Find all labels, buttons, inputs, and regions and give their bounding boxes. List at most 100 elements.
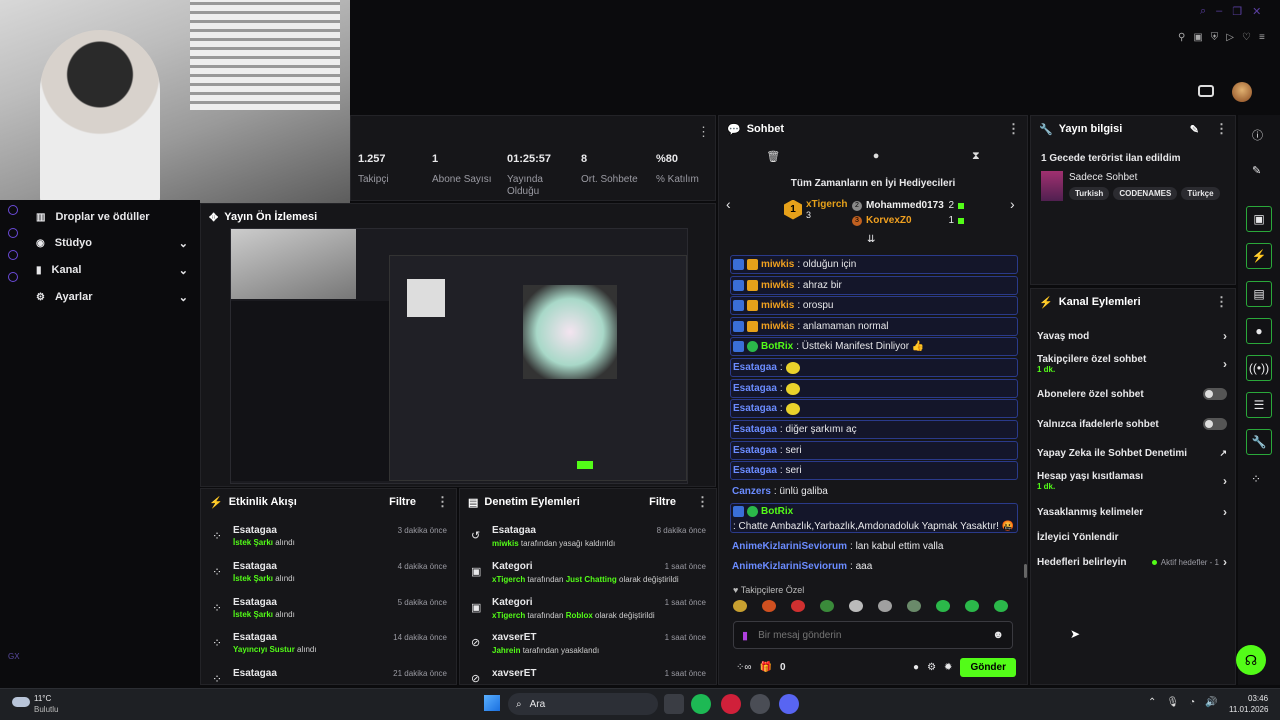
activity-user[interactable]: Esatagaa [233, 561, 277, 572]
rail-moderation-icon[interactable]: ☰ [1246, 392, 1272, 418]
channel-action-4[interactable]: Yapay Zeka ile Sohbet Denetimi ↗ [1037, 446, 1227, 460]
search-icon[interactable]: ⌕ [1200, 5, 1206, 21]
emoji-picker-icon[interactable]: ☻ [992, 629, 1004, 641]
chat-username[interactable]: miwkis [761, 259, 794, 270]
chat-username[interactable]: miwkis [761, 321, 794, 332]
chat-username[interactable]: Esatagaa [733, 403, 777, 414]
emote-2[interactable] [762, 600, 776, 612]
chat-username[interactable]: Esatagaa [733, 424, 777, 435]
emote-1[interactable] [733, 600, 747, 612]
emote-10[interactable] [994, 600, 1008, 612]
moderation-item-title[interactable]: Kategori [492, 597, 533, 608]
chat-username[interactable]: Esatagaa [733, 445, 777, 456]
sidebar-item-1[interactable]: ◉ Stüdyo ⌄ [36, 234, 188, 252]
community-icon[interactable]: ⁘∞ [736, 662, 752, 673]
rail-camera-icon[interactable]: ▣ [1246, 206, 1272, 232]
activity-user[interactable]: Esatagaa [233, 525, 277, 536]
gifter-name[interactable]: Mohammed0173 [866, 200, 944, 211]
chat-bubble-icon[interactable]: ● [873, 150, 880, 166]
play-icon[interactable]: ▷ [1226, 32, 1234, 46]
clock-time[interactable]: 03:46 [1248, 694, 1268, 703]
pencil-icon[interactable]: ✎ [1252, 164, 1261, 177]
channel-actions-menu-icon[interactable]: ⋮ [1215, 294, 1228, 310]
info-icon[interactable]: ⓘ [1252, 127, 1263, 143]
moderation-menu-icon[interactable]: ⋮ [696, 494, 709, 510]
trash-icon[interactable]: 🗑 [766, 150, 780, 166]
close-icon[interactable]: ✕ [1252, 5, 1261, 21]
chat-menu-icon[interactable]: ⋮ [1007, 121, 1020, 137]
emote-3[interactable] [791, 600, 805, 612]
clock-date[interactable]: 11.01.2026 [1229, 705, 1268, 714]
activity-filter-button[interactable]: Filtre [389, 496, 416, 508]
support-button[interactable]: ☊ [1236, 645, 1266, 675]
rail-dot-4[interactable] [8, 272, 18, 282]
rail-bolt-icon[interactable]: ⚡ [1246, 243, 1272, 269]
moderation-filter-button[interactable]: Filtre [649, 496, 676, 508]
emote-5[interactable] [849, 600, 863, 612]
channel-action-3[interactable]: Yalnızca ifadelerle sohbet [1037, 417, 1227, 431]
rail-broadcast-icon[interactable]: ((•)) [1246, 355, 1272, 381]
gifters-next-icon[interactable]: › [1010, 196, 1015, 212]
stats-menu-icon[interactable]: ⋮ [697, 124, 710, 140]
chat-username[interactable]: miwkis [761, 300, 794, 311]
chat-input[interactable] [758, 629, 983, 641]
screenshot-icon[interactable]: ▣ [1193, 32, 1202, 46]
badge-icon[interactable]: ✹ [944, 662, 952, 673]
send-button[interactable]: Gönder [960, 657, 1016, 677]
category-name[interactable]: Sadece Sohbet [1069, 172, 1137, 183]
settings-gear-icon[interactable]: ⚙ [927, 662, 936, 673]
stream-preview-video[interactable] [230, 228, 688, 484]
rail-dot-3[interactable] [8, 250, 18, 260]
discord-icon[interactable] [779, 694, 799, 714]
rail-chat-icon[interactable]: ● [1246, 318, 1272, 344]
gifters-expand-icon[interactable]: ⇊ [867, 234, 875, 245]
chat-username[interactable]: AnimeKizlariniSeviorum [732, 541, 847, 552]
tray-chevron-icon[interactable]: ⌃ [1148, 697, 1156, 708]
chat-username[interactable]: Esatagaa [733, 383, 777, 394]
gifter-name[interactable]: KorvexZ0 [866, 215, 912, 226]
channel-action-5[interactable]: Hesap yaşı kısıtlaması 1 dk. › [1037, 471, 1227, 491]
chat-scrollbar[interactable] [1024, 564, 1027, 578]
activity-user[interactable]: Esatagaa [233, 668, 277, 679]
start-button[interactable] [484, 695, 500, 711]
moderation-actor[interactable]: xTigerch [492, 575, 525, 584]
chat-username[interactable]: BotRix [761, 506, 793, 517]
tag-chip[interactable]: Türkçe [1181, 187, 1220, 200]
moderation-item-title[interactable]: xavserET [492, 632, 536, 643]
gift-icon[interactable]: 🎁 [760, 662, 772, 673]
channel-action-1[interactable]: Takipçilere özel sohbet 1 dk. › [1037, 354, 1227, 374]
activity-user[interactable]: Esatagaa [233, 632, 277, 643]
chat-username[interactable]: Esatagaa [733, 362, 777, 373]
rail-document-icon[interactable]: ▤ [1246, 281, 1272, 307]
tag-chip[interactable]: Turkish [1069, 187, 1110, 200]
minimize-icon[interactable]: – [1216, 5, 1222, 21]
task-view-icon[interactable] [664, 694, 684, 714]
spotify-icon[interactable] [691, 694, 711, 714]
chat-username[interactable]: BotRix [761, 341, 793, 352]
channel-action-0[interactable]: Yavaş mod › [1037, 329, 1227, 343]
gifter-name[interactable]: xTigerch [806, 199, 848, 210]
tag-chip[interactable]: CODENAMES [1113, 187, 1178, 200]
app-icon[interactable] [750, 694, 770, 714]
channel-action-7[interactable]: İzleyici Yönlendir [1037, 530, 1227, 544]
gifters-prev-icon[interactable]: ‹ [726, 196, 731, 212]
hourglass-icon[interactable]: ⧗ [972, 150, 980, 166]
rail-wrench-icon[interactable]: 🔧 [1246, 429, 1272, 455]
menu-icon[interactable]: ≡ [1259, 32, 1265, 46]
heart-icon[interactable]: ♡ [1242, 32, 1251, 46]
dashboard-icon[interactable] [1198, 85, 1214, 97]
moderation-actor[interactable]: xTigerch [492, 611, 525, 620]
rail-dot-1[interactable] [8, 205, 18, 215]
rail-dot-2[interactable] [8, 228, 18, 238]
tray-volume-icon[interactable]: 🔊 [1205, 697, 1217, 708]
moderation-actor[interactable]: miwkis [492, 539, 519, 548]
opera-gx-icon[interactable] [721, 694, 741, 714]
taskbar-search[interactable]: ⌕ Ara [508, 693, 658, 715]
chat-input-box[interactable]: ▮ ☻ [733, 621, 1013, 649]
emote-8[interactable] [936, 600, 950, 612]
sidebar-item-0[interactable]: ▥ Droplar ve ödüller [36, 208, 188, 226]
activity-user[interactable]: Esatagaa [233, 597, 277, 608]
channel-action-6[interactable]: Yasaklanmış kelimeler › [1037, 505, 1227, 519]
chat-username[interactable]: AnimeKizlariniSeviorum [732, 561, 847, 572]
weather-icon[interactable] [12, 697, 30, 707]
